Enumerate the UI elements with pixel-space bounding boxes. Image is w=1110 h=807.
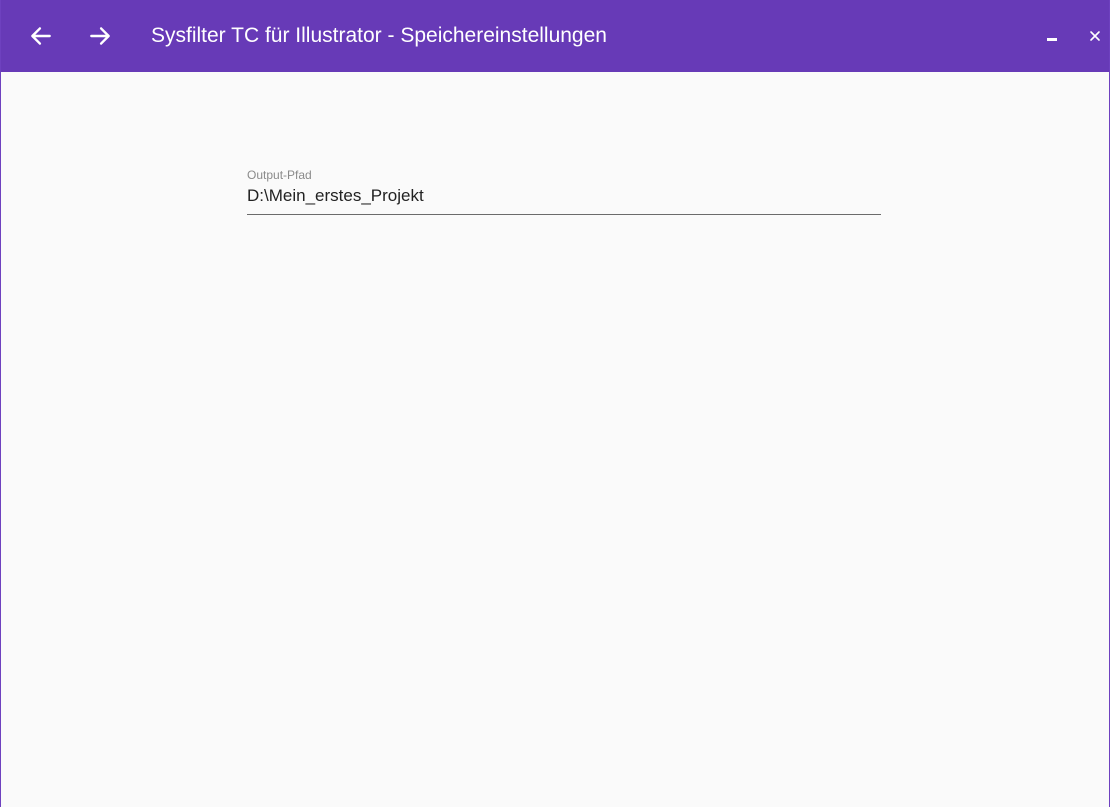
output-path-label: Output-Pfad <box>247 168 312 182</box>
app-window: Sysfilter TC für Illustrator - Speichere… <box>0 0 1110 807</box>
title-bar: Sysfilter TC für Illustrator - Speichere… <box>1 0 1109 72</box>
arrow-right-icon <box>90 27 110 45</box>
settings-content: Output-Pfad <box>1 72 1109 807</box>
close-icon <box>1090 31 1100 41</box>
close-button[interactable] <box>1082 22 1108 50</box>
arrow-left-icon <box>31 27 51 45</box>
minimize-button[interactable] <box>1039 22 1065 50</box>
output-path-field: Output-Pfad <box>247 166 881 215</box>
back-button[interactable] <box>27 22 55 50</box>
output-path-input[interactable] <box>247 184 881 208</box>
minimize-icon <box>1047 38 1057 41</box>
forward-button[interactable] <box>86 22 114 50</box>
window-title: Sysfilter TC für Illustrator - Speichere… <box>151 24 607 47</box>
